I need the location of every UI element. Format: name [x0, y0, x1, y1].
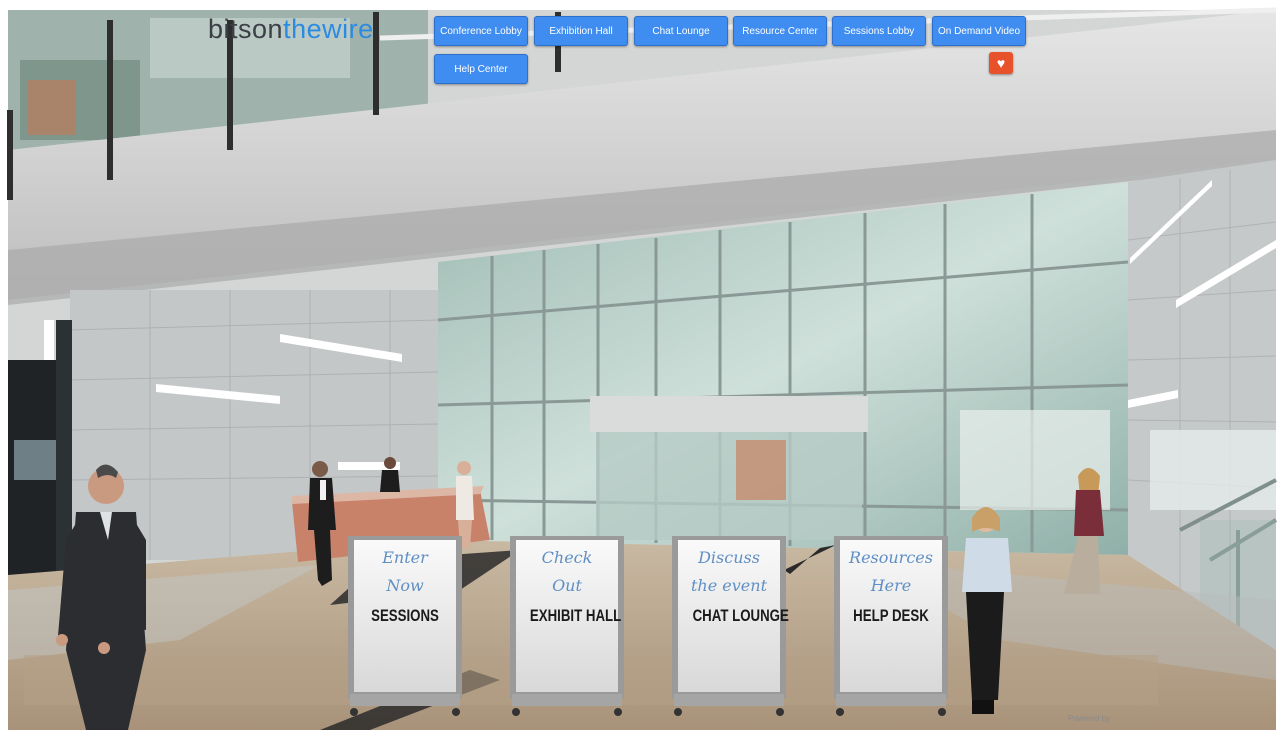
favorite-button[interactable]: ♥ — [989, 52, 1013, 74]
entrance-canopy — [590, 396, 868, 432]
nav-on-demand-video-button[interactable]: On Demand Video — [932, 16, 1026, 46]
sign-title: SESSIONS — [371, 606, 439, 625]
nav-exhibition-hall-button[interactable]: Exhibition Hall — [534, 16, 628, 46]
nav-resource-center-button[interactable]: Resource Center — [733, 16, 827, 46]
heart-icon: ♥ — [996, 55, 1006, 71]
nav-chat-lounge-button[interactable]: Chat Lounge — [634, 16, 728, 46]
sign-help-desk[interactable]: Resources Here HELP DESK — [841, 544, 941, 626]
nav-conference-lobby-button[interactable]: Conference Lobby — [434, 16, 528, 46]
sign-sessions[interactable]: Enter Now SESSIONS — [355, 544, 455, 626]
sign-heading-line-2: the event — [691, 576, 767, 595]
sign-heading-line-2: Out — [552, 576, 582, 595]
sign-heading-line-1: Check — [541, 548, 593, 567]
sign-title: HELP DESK — [853, 606, 929, 625]
powered-by-footer: Powered by — [1068, 714, 1111, 723]
sign-heading-line-2: Here — [870, 576, 912, 595]
logo-part-a: bitson — [208, 14, 284, 44]
sign-title: EXHIBIT HALL — [529, 606, 622, 625]
sign-chat-lounge[interactable]: Discuss the event CHAT LOUNGE — [679, 544, 802, 626]
sign-exhibit-hall[interactable]: Check Out EXHIBIT HALL — [517, 544, 634, 626]
bitsonthewire-logo[interactable]: bitsonthewire — [208, 14, 374, 45]
sign-heading-line-1: Resources — [849, 548, 933, 567]
nav-help-center-button[interactable]: Help Center — [434, 54, 528, 84]
nav-sessions-lobby-button[interactable]: Sessions Lobby — [832, 16, 926, 46]
sign-heading-line-1: Enter — [382, 548, 428, 567]
lobby-scene — [0, 0, 1282, 740]
sign-heading-line-2: Now — [386, 576, 424, 595]
logo-part-b: thewire — [283, 14, 374, 44]
sign-heading-line-1: Discuss — [698, 548, 760, 567]
sign-title: CHAT LOUNGE — [692, 606, 789, 625]
virtual-lobby: bitsonthewire Conference Lobby Exhibitio… — [0, 0, 1282, 740]
